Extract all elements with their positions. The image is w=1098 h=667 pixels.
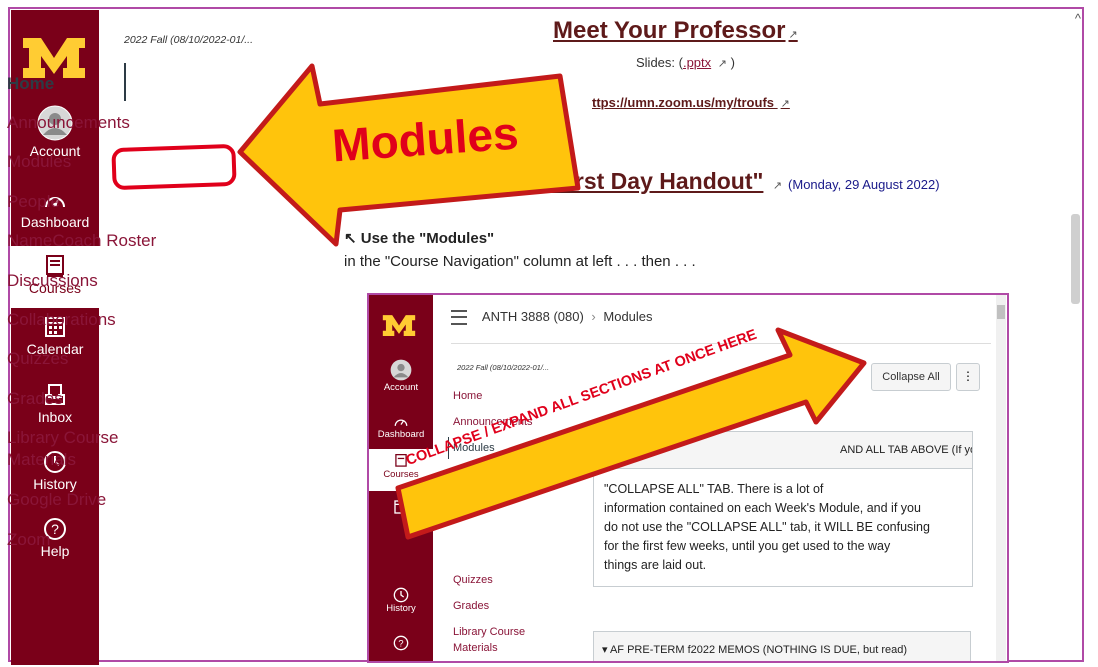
inner-course-term: 2022 Fall (08/10/2022-01/...	[457, 363, 550, 372]
course-nav-zoom[interactable]: Zoom	[7, 529, 50, 551]
inner-nav-label: Account	[383, 382, 419, 393]
course-nav-library-course-materials[interactable]: Library Course Materials	[7, 427, 137, 471]
inner-nav-label: History	[386, 603, 416, 614]
external-link-icon: ↗	[772, 180, 783, 192]
module-panel: AND ALL TAB ABOVE (If you do ... "COLLAP…	[593, 431, 973, 587]
collapse-all-button[interactable]: Collapse All	[871, 363, 951, 391]
course-nav-discussions[interactable]: Discussions	[7, 270, 98, 292]
inner-breadcrumb: ANTH 3888 (080) › Modules	[451, 309, 653, 326]
inner-scrollbar[interactable]	[996, 295, 1006, 661]
breadcrumb-page: Modules	[603, 309, 653, 324]
slides-line: Slides: (.pptx ↗ )	[636, 55, 735, 70]
university-logo	[382, 315, 416, 336]
calendar-icon	[394, 500, 408, 514]
course-nav-modules[interactable]: Modules	[7, 151, 71, 173]
course-term: 2022 Fall (08/10/2022-01/...	[124, 34, 254, 46]
inner-course-nav-home[interactable]: Home	[453, 390, 482, 402]
course-nav-quizzes[interactable]: Quizzes	[7, 348, 68, 370]
course-nav-google-drive[interactable]: Google Drive	[7, 489, 106, 511]
global-nav-label: Inbox	[37, 409, 73, 425]
scroll-up-icon[interactable]: ^	[1075, 11, 1081, 26]
module-body-line: "COLLAPSE ALL" TAB. There is a lot of	[604, 482, 824, 496]
modules-highlight-circle	[111, 143, 237, 191]
inner-nav-label: Courses	[383, 469, 419, 480]
external-link-icon: ↗	[780, 98, 790, 110]
global-nav-label: Dashboard	[20, 214, 90, 230]
more-options-button[interactable]: ⋮	[956, 363, 980, 391]
svg-text:?: ?	[51, 521, 59, 537]
slides-pptx-link[interactable]: .pptx	[683, 55, 711, 70]
course-nav-grades[interactable]: Grades	[7, 388, 63, 410]
dashboard-icon	[394, 419, 408, 426]
hamburger-menu-icon[interactable]	[451, 310, 467, 326]
handout-date: (Monday, 29 August 2022)	[788, 177, 940, 192]
course-nav-announcements[interactable]: Announcements	[7, 112, 130, 134]
course-nav-collaborations[interactable]: Collaborations	[7, 309, 116, 331]
help-icon: ?	[393, 635, 409, 651]
module-header-memos[interactable]: ▾ AF PRE-TERM f2022 MEMOS (NOTHING IS DU…	[593, 631, 971, 661]
inner-global-nav: Account Dashboard Courses History ?	[369, 295, 433, 661]
first-day-handout-line: Read the "First Day Handout" ↗ (Monday, 2…	[440, 168, 940, 194]
active-indicator	[124, 63, 126, 101]
external-link-icon: ↗	[788, 29, 798, 41]
inner-nav-dashboard[interactable]: Dashboard	[369, 415, 433, 440]
module-body-line: do not use the "COLLAPSE ALL" tab, it WI…	[604, 520, 930, 534]
module-body-line: information contained on each Week's Mod…	[604, 501, 921, 515]
inner-nav-history[interactable]: History	[369, 587, 433, 614]
course-nav-namecoach-roster[interactable]: NameCoach Roster	[7, 230, 156, 252]
first-day-handout-link[interactable]: "First Day Handout"	[544, 168, 764, 194]
page-title[interactable]: Meet Your Professor ↗	[553, 17, 798, 45]
modules-page-screenshot: Account Dashboard Courses History ? ANTH…	[367, 293, 1009, 663]
use-modules-instruction: ↖ Use the "Modules"	[344, 230, 495, 247]
inner-course-nav-materials[interactable]: Materials	[453, 642, 498, 654]
module-body-line: for the first few weeks, until you get u…	[604, 539, 891, 553]
zoom-link[interactable]: ttps://umn.zoom.us/my/troufs ↗	[592, 95, 790, 110]
inner-course-nav-people[interactable]: People	[453, 468, 487, 480]
module-body-line: things are laid out.	[604, 558, 707, 572]
inner-nav-account[interactable]: Account	[369, 359, 433, 393]
inner-course-nav-quizzes[interactable]: Quizzes	[453, 574, 493, 586]
breadcrumb-separator: ›	[591, 309, 596, 324]
inner-nav-label: Dashboard	[377, 429, 425, 440]
history-clock-icon	[393, 587, 409, 603]
inner-course-nav-library-course[interactable]: Library Course	[453, 626, 525, 638]
scrollbar[interactable]	[1071, 214, 1080, 304]
external-link-icon: ↗	[717, 58, 727, 70]
course-navigation-instruction: in the "Course Navigation" column at lef…	[344, 253, 696, 270]
course-nav-home[interactable]: Home	[7, 73, 54, 95]
global-nav: Account Dashboard Courses Calendar Inbox…	[11, 10, 99, 665]
inner-course-nav-grades[interactable]: Grades	[453, 600, 489, 612]
module-header[interactable]: AND ALL TAB ABOVE (If you do ...	[594, 432, 972, 469]
module-body: "COLLAPSE ALL" TAB. There is a lot of in…	[604, 480, 964, 575]
course-nav-people[interactable]: People	[7, 191, 60, 213]
svg-text:?: ?	[398, 638, 403, 648]
account-avatar-icon	[390, 359, 412, 381]
breadcrumb-course[interactable]: ANTH 3888 (080)	[482, 309, 584, 324]
